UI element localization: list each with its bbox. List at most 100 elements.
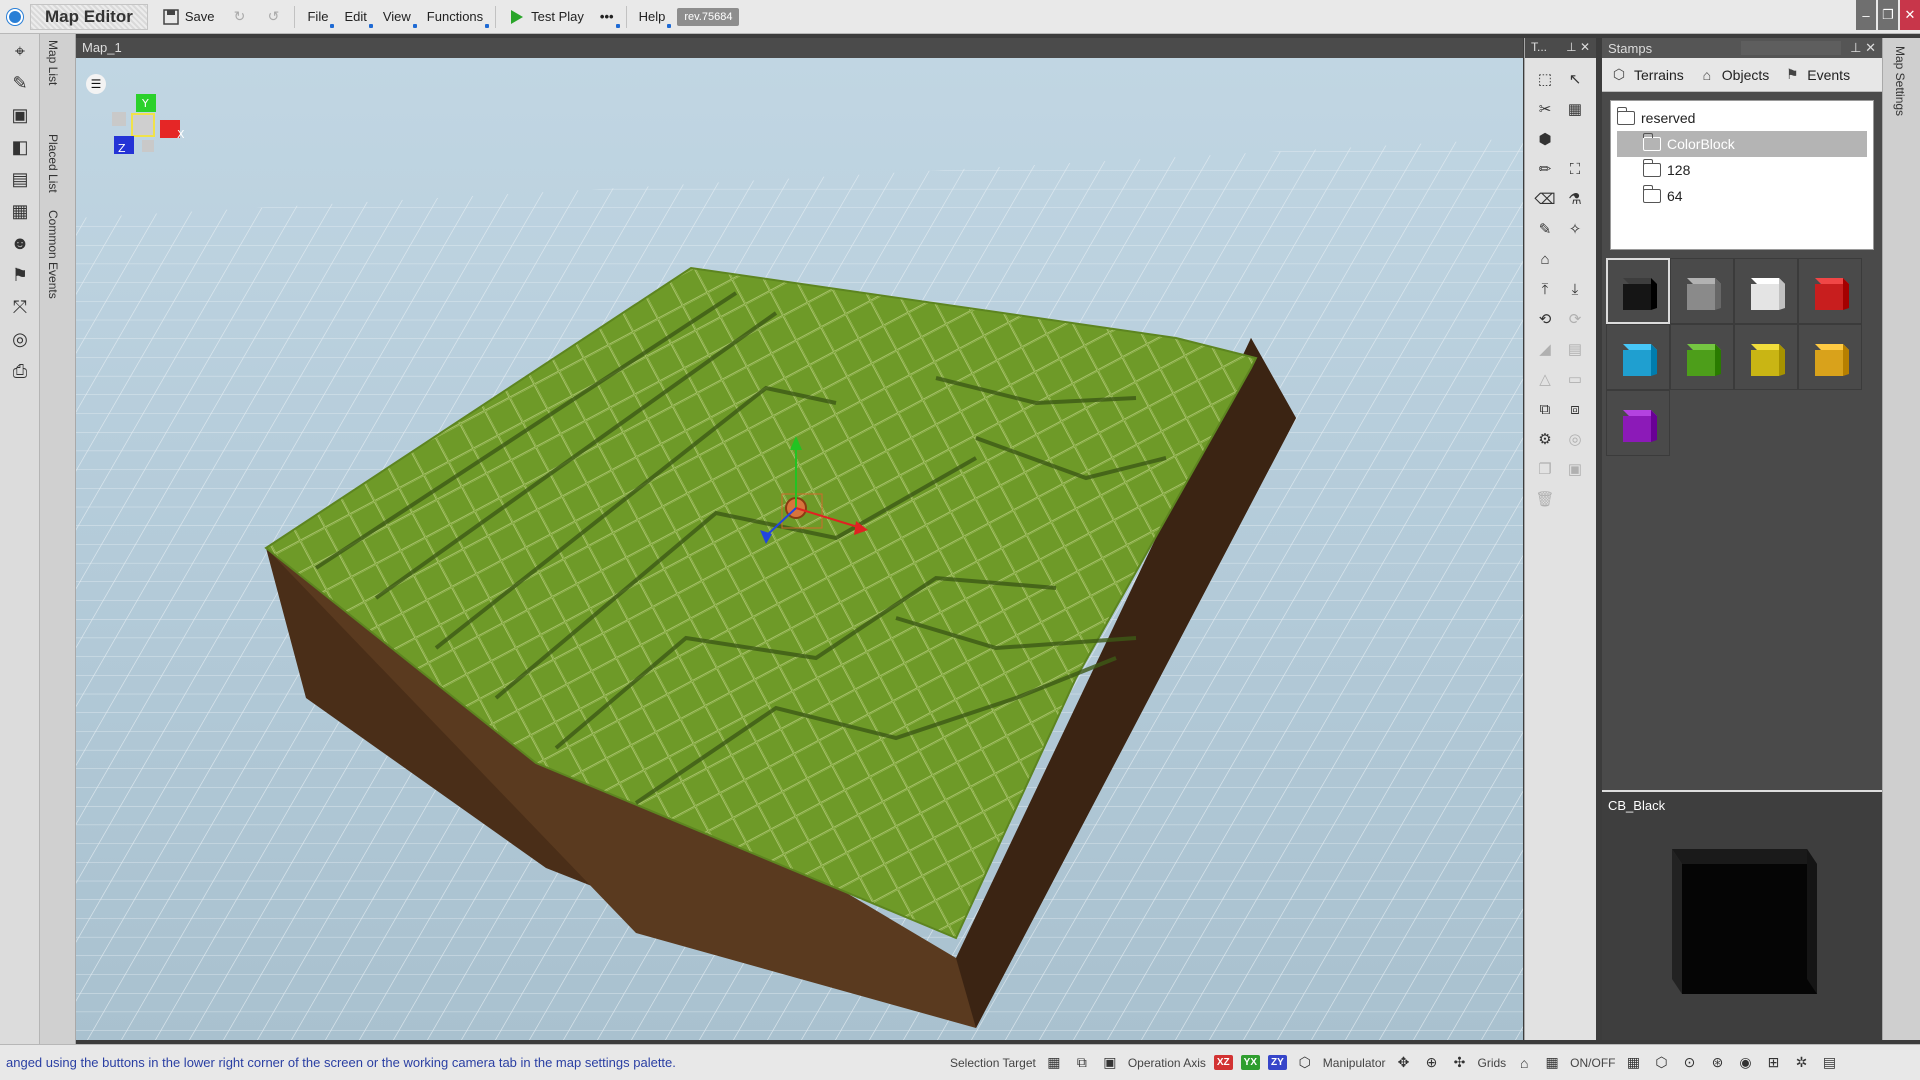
undo-button[interactable]: ↺ — [256, 4, 290, 30]
color-swatch[interactable] — [1670, 258, 1734, 324]
map-edit-icon[interactable]: ✎ — [4, 68, 36, 98]
camera-fit-icon[interactable]: ✲ — [1792, 1053, 1812, 1073]
tab-common-events[interactable]: Common Events — [46, 210, 60, 299]
tab-terrains-label: Terrains — [1634, 66, 1684, 83]
tab-events[interactable]: ⚑ Events — [1783, 66, 1850, 84]
camera-view-icon[interactable]: ⊞ — [1764, 1053, 1784, 1073]
panel-pin-close-icon[interactable]: ⊥ ✕ — [1566, 40, 1590, 56]
tab-map-list[interactable]: Map List — [46, 40, 60, 85]
map-3d-view[interactable]: ☰ Y X Z — [76, 58, 1523, 1040]
raise-icon[interactable]: ⤒ — [1531, 275, 1559, 303]
tab-terrains[interactable]: ⬡ Terrains — [1610, 66, 1684, 84]
manipulator-icon: ⬡ — [1298, 1054, 1311, 1070]
save-button[interactable]: Save — [154, 4, 223, 30]
orientation-gizmo[interactable]: Y X Z — [100, 88, 190, 168]
camera-center-icon[interactable]: ⊛ — [1708, 1053, 1728, 1073]
menu-edit[interactable]: Edit — [336, 4, 374, 30]
stamps-pin-close-icon[interactable]: ⊥ ✕ — [1850, 40, 1876, 56]
rotate-icon[interactable]: ⟲ — [1531, 305, 1559, 333]
tab-map-settings[interactable]: Map Settings — [1893, 46, 1907, 116]
camera-layer-icon[interactable]: ▤ — [1820, 1053, 1840, 1073]
pointer-select-icon[interactable]: ↖ — [1561, 65, 1589, 93]
menu-help[interactable]: Help — [631, 4, 674, 30]
camera-orbit-icon[interactable]: ◉ — [1736, 1053, 1756, 1073]
color-swatch[interactable] — [1798, 324, 1862, 390]
onoff-label: ON/OFF — [1570, 1055, 1616, 1070]
pencil-icon[interactable]: ✏ — [1531, 155, 1559, 183]
redo-button[interactable]: ↻ — [222, 4, 256, 30]
scale-manipulator-icon[interactable]: ✣ — [1450, 1053, 1470, 1073]
restore-button[interactable]: ❐ — [1878, 0, 1898, 30]
grids-label: Grids — [1477, 1055, 1507, 1070]
camera-perspective-icon[interactable]: ⬡ — [1652, 1053, 1672, 1073]
axis-yx-button[interactable]: YX — [1240, 1055, 1261, 1070]
eraser-icon[interactable]: ⌫ — [1531, 185, 1559, 213]
effect-icon[interactable]: ◎ — [4, 324, 36, 354]
tree-item-reserved[interactable]: reserved — [1616, 105, 1867, 131]
cursor-help-icon[interactable]: ⌖ — [4, 36, 36, 66]
color-swatch[interactable] — [1606, 390, 1670, 456]
copy-block-icon[interactable]: ⧉ — [1531, 395, 1559, 423]
paste-block-icon[interactable]: ⧈ — [1561, 395, 1589, 423]
color-swatch[interactable] — [1798, 258, 1862, 324]
save-label: Save — [184, 9, 215, 24]
axis-zy-button[interactable]: ZY — [1268, 1055, 1287, 1070]
lasso-select-icon[interactable]: ✂ — [1531, 95, 1559, 123]
character-icon[interactable]: ☻ — [4, 228, 36, 258]
menu-edit-label: Edit — [344, 9, 367, 24]
select-grid-icon[interactable]: ▦ — [1044, 1053, 1064, 1073]
color-swatch[interactable] — [1734, 258, 1798, 324]
eyedropper-icon[interactable]: ⚗ — [1561, 185, 1589, 213]
house-icon: ⌂ — [1702, 66, 1712, 83]
tree-item-128[interactable]: 128 — [1617, 157, 1867, 183]
color-cube-icon — [1687, 278, 1721, 310]
event-icon[interactable]: ⚑ — [4, 260, 36, 290]
color-swatch[interactable] — [1734, 324, 1798, 390]
color-swatch[interactable] — [1606, 258, 1670, 324]
menu-functions[interactable]: Functions — [419, 4, 491, 30]
minimize-button[interactable]: – — [1856, 0, 1876, 30]
tree-item-colorblock[interactable]: ColorBlock — [1617, 131, 1867, 157]
menu-functions-label: Functions — [426, 9, 484, 24]
camera-zoom-icon[interactable]: ⊙ — [1680, 1053, 1700, 1073]
block-icon[interactable]: ⬢ — [1531, 125, 1559, 153]
move-manipulator-icon[interactable]: ✥ — [1394, 1053, 1414, 1073]
stamps-search-input[interactable] — [1741, 41, 1842, 55]
stamp-icon[interactable]: ⚙ — [1531, 425, 1559, 453]
house-tool-icon[interactable]: ⌂ — [1531, 245, 1559, 273]
resource-icon[interactable]: ▣ — [4, 100, 36, 130]
rect-select-icon[interactable]: ⬚ — [1531, 65, 1559, 93]
database-icon[interactable]: ◧ — [4, 132, 36, 162]
wand-icon[interactable]: ✧ — [1561, 215, 1589, 243]
more-button[interactable]: ••• — [592, 4, 622, 30]
select-event-icon[interactable]: ▣ — [1100, 1053, 1120, 1073]
axis-xz-button[interactable]: XZ — [1213, 1055, 1233, 1070]
grid-toggle-icon[interactable]: ▦ — [1542, 1053, 1562, 1073]
rotate-manipulator-icon[interactable]: ⊕ — [1422, 1053, 1442, 1073]
grid-home-icon[interactable]: ⌂ — [1514, 1053, 1534, 1073]
menu-file[interactable]: File — [299, 4, 336, 30]
bucket-icon[interactable]: ⛶ — [1561, 155, 1589, 183]
lower-icon[interactable]: ⤓ — [1561, 275, 1589, 303]
menu-view[interactable]: View — [375, 4, 419, 30]
picture-icon[interactable]: ▤ — [4, 164, 36, 194]
test-play-button[interactable]: Test Play — [500, 4, 592, 30]
layout-icon[interactable]: ▦ — [4, 196, 36, 226]
color-swatch[interactable] — [1606, 324, 1670, 390]
map-settings-side-tab[interactable]: Map Settings — [1882, 38, 1920, 1040]
color-swatch[interactable] — [1670, 324, 1734, 390]
tab-objects[interactable]: ⌂ Objects — [1698, 66, 1770, 84]
tile-grid-icon[interactable]: ▦ — [1561, 95, 1589, 123]
move-path-icon[interactable]: ⤧ — [4, 292, 36, 322]
camera-grid-icon[interactable]: ▦ — [1624, 1053, 1644, 1073]
print-icon[interactable]: ⎙ — [4, 356, 36, 386]
status-bar: anged using the buttons in the lower rig… — [0, 1044, 1920, 1080]
color-cube-icon — [1815, 278, 1849, 310]
cube-icon: ⬡ — [1612, 66, 1626, 82]
tree-item-64[interactable]: 64 — [1617, 183, 1867, 209]
color-cube-icon — [1687, 344, 1721, 376]
tab-placed-list[interactable]: Placed List — [46, 134, 60, 193]
spray-icon[interactable]: ✎ — [1531, 215, 1559, 243]
close-button[interactable]: ✕ — [1900, 0, 1920, 30]
select-object-icon[interactable]: ⧉ — [1072, 1053, 1092, 1073]
